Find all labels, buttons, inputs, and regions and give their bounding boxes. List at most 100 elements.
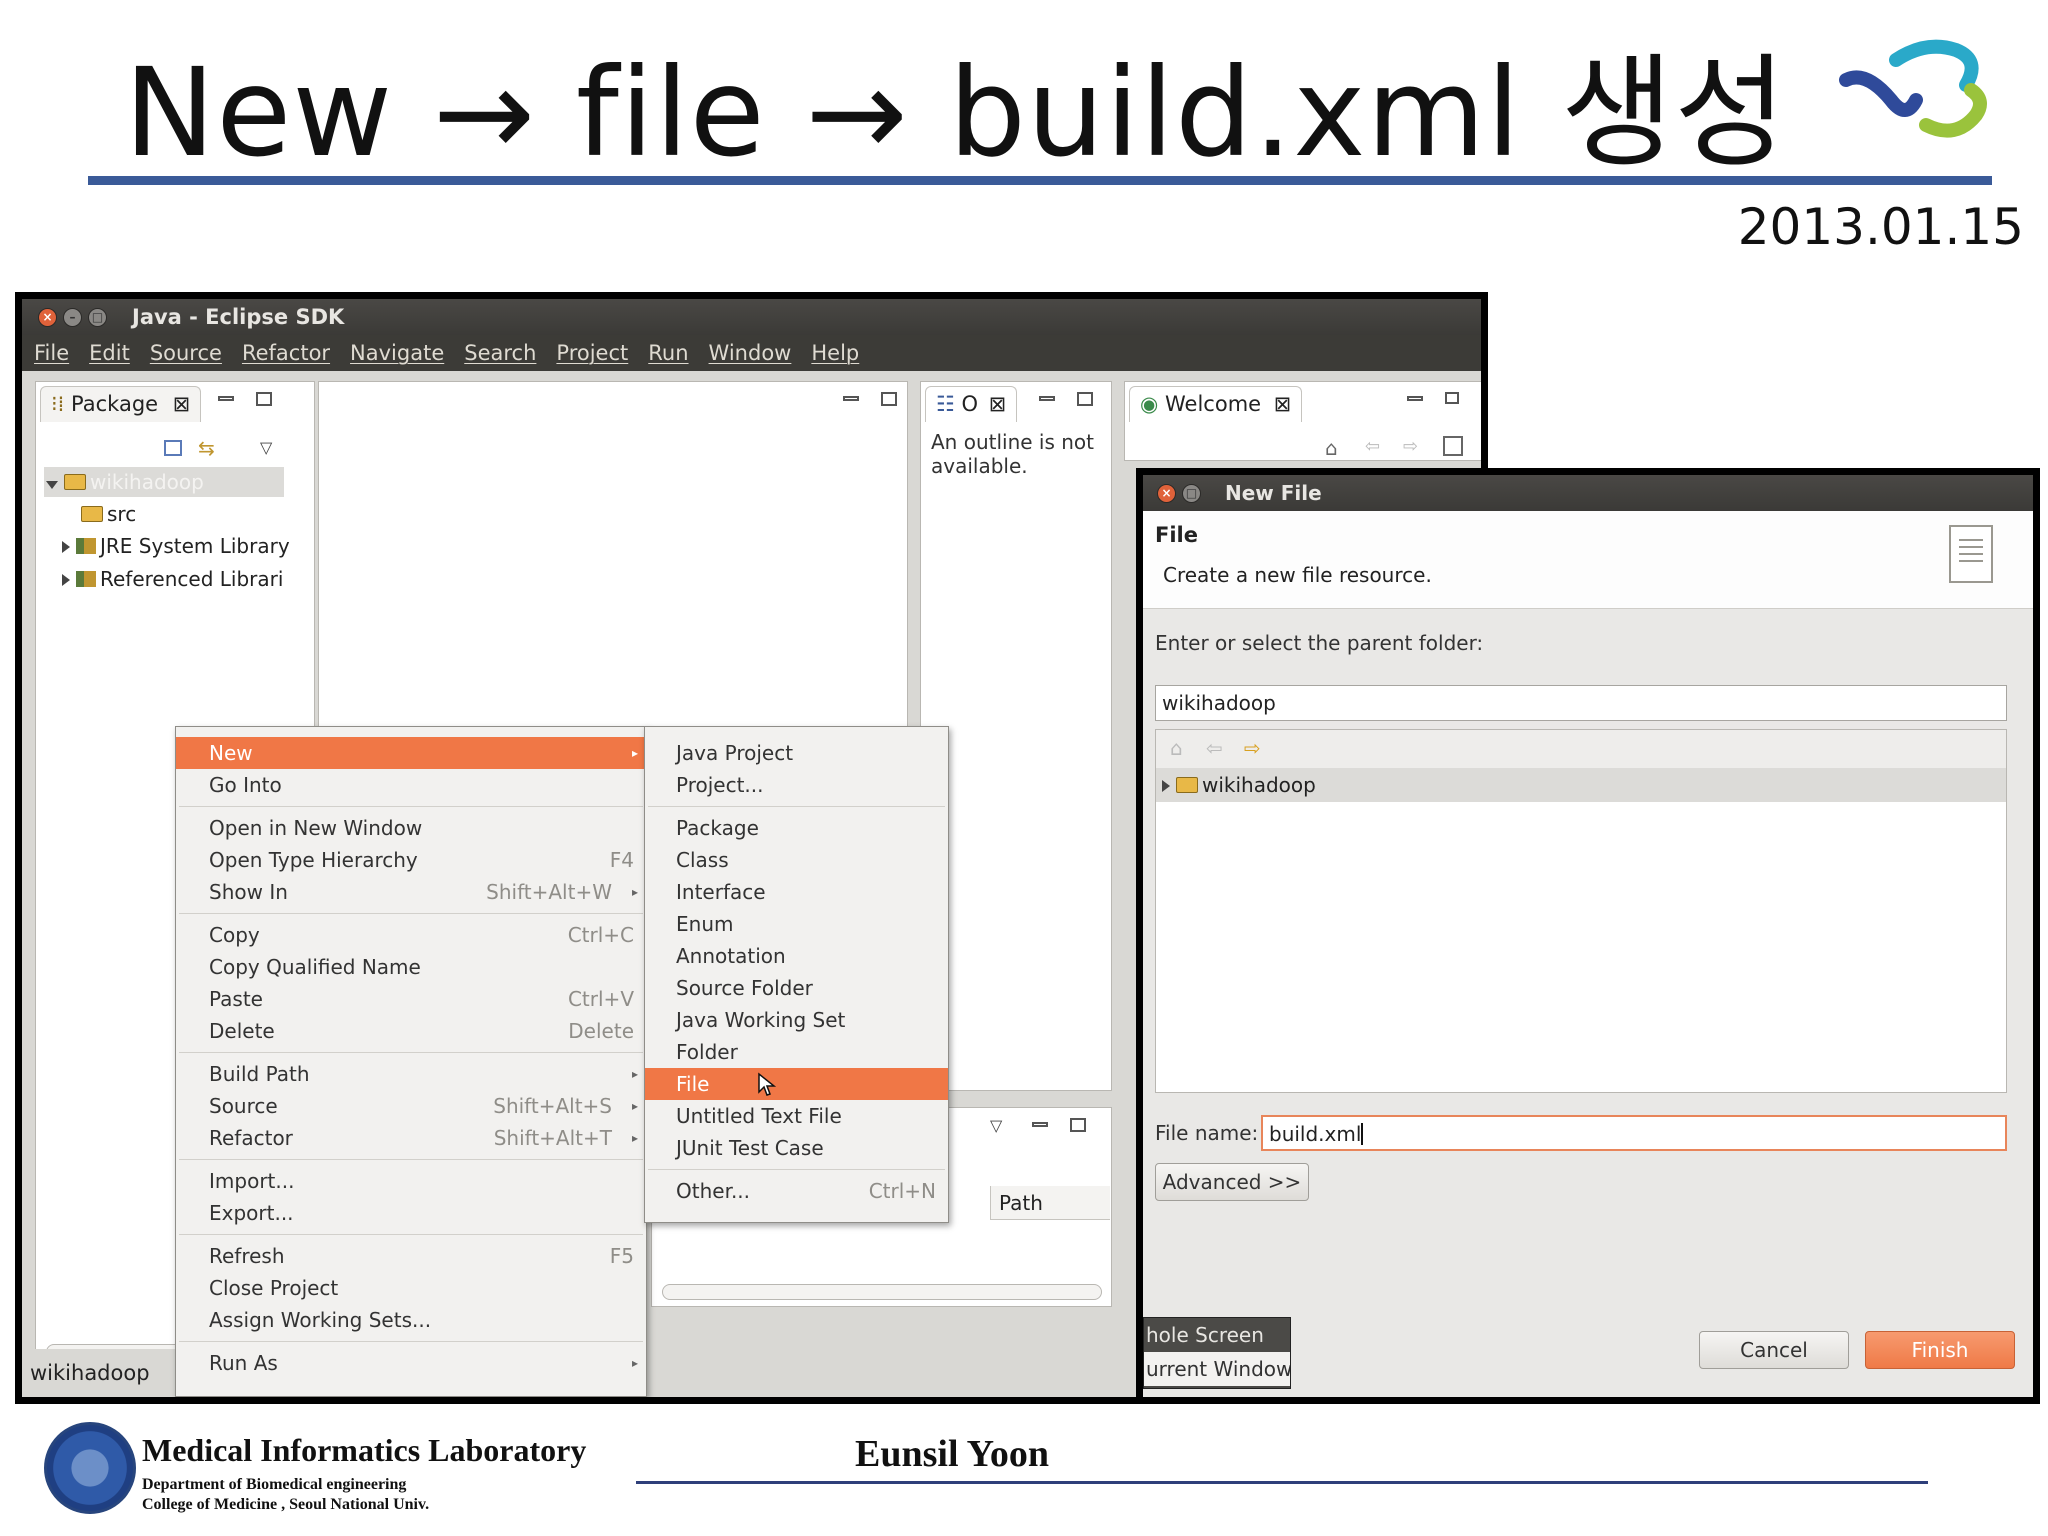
maximize-icon[interactable] [1070,1118,1086,1132]
minimize-window-icon[interactable]: – [63,308,82,327]
menu-refactor[interactable]: Refactor [242,341,330,365]
close-window-icon[interactable]: × [38,308,57,327]
menu-navigate[interactable]: Navigate [350,341,444,365]
menu-item-open-type-hierarchy[interactable]: Open Type Hierarchy F4 [176,844,646,876]
file-name-label: File name: [1155,1121,1259,1145]
tree-item-src[interactable]: src [81,502,136,526]
menu-item-show-in[interactable]: Show In Shift+Alt+W ▸ [176,876,646,908]
menu-item-file[interactable]: File [645,1068,948,1100]
menu-item-java-project[interactable]: Java Project [645,737,948,769]
minimize-icon[interactable] [843,396,859,401]
close-dialog-icon[interactable]: × [1157,484,1176,503]
tab-package-explorer[interactable]: ⁝⁞ Package ⊠ [40,386,202,422]
expand-icon[interactable] [1162,780,1170,792]
menu-item-interface[interactable]: Interface [645,876,948,908]
home-icon[interactable]: ⌂ [1170,736,1183,760]
menu-item-other[interactable]: Other... Ctrl+N [645,1175,948,1207]
menu-source[interactable]: Source [150,341,222,365]
menu-item-run-as[interactable]: Run As ▸ [176,1347,646,1379]
forward-icon[interactable]: ⇨ [1403,436,1418,457]
tab-welcome[interactable]: ◉ Welcome ⊠ [1129,386,1303,422]
menu-item-export[interactable]: Export... [176,1197,646,1229]
horizontal-scrollbar[interactable] [662,1284,1102,1300]
current-window-option[interactable]: urrent Window [1144,1352,1290,1386]
submenu-arrow-icon: ▸ [631,1067,638,1081]
link-editor-icon[interactable]: ⇆ [198,436,215,460]
menu-item-paste[interactable]: Paste Ctrl+V [176,983,646,1015]
menu-item-copy-qualified-name[interactable]: Copy Qualified Name [176,951,646,983]
menu-item-folder[interactable]: Folder [645,1036,948,1068]
file-name-input[interactable]: build.xml [1261,1115,2007,1151]
home-icon[interactable]: ⌂ [1325,436,1338,460]
menu-item-source[interactable]: Source Shift+Alt+S ▸ [176,1090,646,1122]
tree-project[interactable]: wikihadoop [46,470,204,494]
collapse-all-icon[interactable] [164,440,182,456]
dialog-header-description: Create a new file resource. [1163,563,1432,587]
menu-item-class[interactable]: Class [645,844,948,876]
menu-item-untitled-text-file[interactable]: Untitled Text File [645,1100,948,1132]
menu-item-close-project[interactable]: Close Project [176,1272,646,1304]
menu-item-enum[interactable]: Enum [645,908,948,940]
menu-item-assign-working-sets[interactable]: Assign Working Sets... [176,1304,646,1336]
menu-item-junit-test-case[interactable]: JUnit Test Case [645,1132,948,1164]
view-menu-icon[interactable]: ▽ [260,438,272,457]
menu-run[interactable]: Run [648,341,688,365]
menu-search[interactable]: Search [464,341,536,365]
back-icon[interactable]: ⇦ [1206,736,1223,760]
parent-folder-input[interactable]: wikihadoop [1155,685,2007,721]
menu-item-copy[interactable]: Copy Ctrl+C [176,919,646,951]
maximize-icon[interactable] [256,392,272,406]
column-header-path[interactable]: Path [990,1186,1110,1220]
folder-tree[interactable]: ⌂ ⇦ ⇨ wikihadoop [1155,729,2007,1093]
whole-screen-option[interactable]: hole Screen [1144,1318,1290,1352]
tab-outline[interactable]: ☷ O ⊠ [925,386,1018,422]
minimize-icon[interactable] [1039,396,1055,401]
new-file-dialog: × □ New File File Create a new file reso… [1143,475,2033,1397]
menu-edit[interactable]: Edit [89,341,130,365]
menu-item-refresh[interactable]: Refresh F5 [176,1240,646,1272]
menu-project[interactable]: Project [556,341,628,365]
restore-icon[interactable] [1445,392,1459,404]
maximize-dialog-icon[interactable]: □ [1182,484,1201,503]
maximize-icon[interactable] [1077,392,1093,406]
menu-window[interactable]: Window [709,341,792,365]
menu-item-source-folder[interactable]: Source Folder [645,972,948,1004]
minimize-icon[interactable] [218,396,234,401]
package-icon: ⁝⁞ [51,392,65,416]
menu-item-annotation[interactable]: Annotation [645,940,948,972]
tree-toolbar: ⌂ ⇦ ⇨ [1156,730,2006,768]
menu-help[interactable]: Help [811,341,859,365]
close-tab-icon[interactable]: ⊠ [1274,392,1292,416]
menu-item-build-path[interactable]: Build Path ▸ [176,1058,646,1090]
menu-item-project[interactable]: Project... [645,769,948,801]
tree-item-wikihadoop[interactable]: wikihadoop [1156,768,2006,802]
close-tab-icon[interactable]: ⊠ [173,392,191,416]
menu-item-package[interactable]: Package [645,812,948,844]
maximize-icon[interactable] [881,392,897,406]
forward-icon[interactable]: ⇨ [1244,736,1261,760]
tree-item-jre[interactable]: JRE System Library [62,534,290,558]
menu-item-go-into[interactable]: Go Into [176,769,646,801]
menu-item-delete[interactable]: Delete Delete [176,1015,646,1047]
minimize-icon[interactable] [1407,396,1423,401]
tree-item-referenced[interactable]: Referenced Librari [62,567,283,591]
menu-item-java-working-set[interactable]: Java Working Set [645,1004,948,1036]
submenu-arrow-icon: ▸ [631,1131,638,1145]
customize-icon[interactable] [1443,436,1463,456]
cancel-button[interactable]: Cancel [1699,1331,1849,1369]
menu-item-open-new-window[interactable]: Open in New Window [176,812,646,844]
finish-button[interactable]: Finish [1865,1331,2015,1369]
department-name: Department of Biomedical engineering [142,1476,407,1493]
menu-item-new[interactable]: New ▸ [176,737,646,769]
advanced-button[interactable]: Advanced >> [1155,1163,1309,1201]
text-caret [1361,1123,1364,1145]
menu-item-import[interactable]: Import... [176,1165,646,1197]
view-menu-icon[interactable]: ▽ [990,1116,1002,1135]
menu-file[interactable]: File [34,341,69,365]
maximize-window-icon[interactable]: □ [88,308,107,327]
mouse-cursor-icon [758,1072,777,1096]
menu-item-refactor[interactable]: Refactor Shift+Alt+T ▸ [176,1122,646,1154]
minimize-icon[interactable] [1032,1122,1048,1127]
back-icon[interactable]: ⇦ [1365,436,1380,457]
close-tab-icon[interactable]: ⊠ [989,392,1007,416]
